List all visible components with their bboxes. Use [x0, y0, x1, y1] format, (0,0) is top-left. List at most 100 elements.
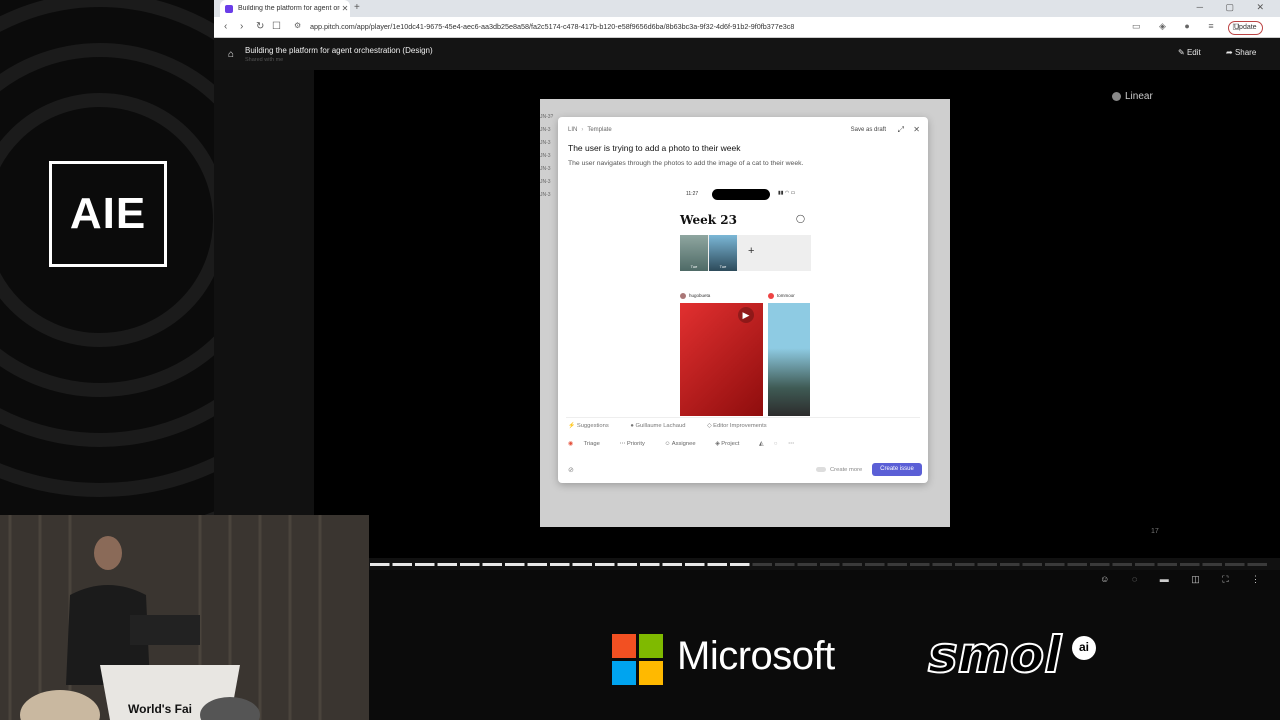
- progress-segment[interactable]: [572, 563, 593, 566]
- progress-segment[interactable]: [685, 563, 705, 566]
- player-controls-icon[interactable]: ☺ ◌ ▬ ◫ ⛶ ⋮: [1100, 574, 1270, 585]
- tab-close-icon[interactable]: ✕: [340, 4, 350, 13]
- progress-segment[interactable]: [955, 563, 975, 566]
- progress-segment[interactable]: [595, 563, 615, 566]
- progress-segment[interactable]: [640, 563, 660, 566]
- bg-list-item: JN-3: [540, 127, 551, 133]
- label-icon[interactable]: ◭: [759, 441, 763, 447]
- issue-title-input[interactable]: The user is trying to add a photo to the…: [568, 143, 740, 153]
- bg-list-item: JN-3: [540, 140, 551, 146]
- player-toolbar: ☺ ◌ ▬ ◫ ⛶ ⋮: [369, 570, 1280, 590]
- progress-segment[interactable]: [842, 563, 863, 566]
- progress-segment[interactable]: [550, 563, 570, 566]
- progress-segment[interactable]: [910, 563, 930, 566]
- more-icon[interactable]: ⋯: [788, 441, 794, 447]
- slide-page-number: 17: [1151, 528, 1159, 535]
- progress-segment[interactable]: [1202, 563, 1223, 566]
- attachment-icon[interactable]: ⊘: [568, 466, 574, 474]
- progress-segment[interactable]: [1225, 563, 1245, 566]
- progress-segment[interactable]: [460, 563, 480, 566]
- forward-icon[interactable]: ›: [240, 21, 243, 32]
- add-photo-icon: +: [748, 245, 755, 257]
- assignee-chip[interactable]: ☺ Assignee: [665, 441, 705, 447]
- progress-segment[interactable]: [1157, 563, 1178, 566]
- bg-list-item: JN-3: [540, 166, 551, 172]
- progress-segment[interactable]: [505, 563, 525, 566]
- issue-properties-row: ◉ Triage ⋯ Priority ☺ Assignee ◈ Project…: [568, 441, 803, 447]
- progress-segment[interactable]: [437, 563, 458, 566]
- save-draft-button[interactable]: Save as draft: [851, 127, 886, 133]
- progress-segment[interactable]: [887, 563, 908, 566]
- bg-list-item: JN-3?: [540, 114, 554, 120]
- progress-segment[interactable]: [1112, 563, 1133, 566]
- edit-label: Edit: [1186, 48, 1201, 57]
- browser-tab[interactable]: Building the platform for agent orchestr…: [220, 0, 350, 17]
- progress-segment[interactable]: [1247, 563, 1268, 566]
- progress-segment[interactable]: [1180, 563, 1200, 566]
- phone-time: 11:27: [686, 191, 699, 197]
- progress-segment[interactable]: [415, 563, 435, 566]
- site-info-icon[interactable]: ⚙: [294, 21, 301, 30]
- week-title: Week 23: [680, 213, 737, 227]
- progress-segment[interactable]: [662, 563, 683, 566]
- update-button[interactable]: Update: [1228, 21, 1263, 35]
- bg-list-item: JN-3: [540, 179, 551, 185]
- progress-segment[interactable]: [752, 563, 773, 566]
- cycle-icon[interactable]: ◌: [774, 441, 777, 447]
- progress-segment[interactable]: [707, 563, 728, 566]
- progress-segment[interactable]: [797, 563, 818, 566]
- linear-label: Linear: [1125, 91, 1153, 102]
- progress-segment[interactable]: [865, 563, 885, 566]
- create-more-toggle[interactable]: Create more: [816, 467, 862, 473]
- back-icon[interactable]: ‹: [224, 21, 227, 32]
- slide-background-list: JN-3? JN-3 JN-3 JN-3 JN-3 JN-3 JN-3: [540, 99, 560, 539]
- reload-icon[interactable]: ↻: [256, 21, 264, 32]
- share-label: Share: [1234, 48, 1257, 57]
- photo-thumb: Tue: [680, 235, 708, 271]
- progress-segment[interactable]: [527, 563, 548, 566]
- edit-button[interactable]: ✎ Edit: [1178, 48, 1201, 57]
- window-controls-icon[interactable]: ─ ▢ ✕: [1197, 2, 1274, 13]
- progress-segment[interactable]: [1045, 563, 1065, 566]
- progress-segment[interactable]: [482, 563, 503, 566]
- smol-wordmark: smol: [927, 625, 1062, 685]
- share-button[interactable]: ➦ Share: [1226, 48, 1256, 57]
- expand-icon[interactable]: ⤢: [898, 125, 904, 135]
- progress-segment[interactable]: [820, 563, 840, 566]
- progress-segment[interactable]: [370, 563, 390, 566]
- new-tab-button[interactable]: +: [354, 2, 360, 13]
- progress-segment[interactable]: [392, 563, 413, 566]
- post-user: hugobueta: [680, 293, 710, 299]
- close-icon[interactable]: ✕: [913, 125, 920, 134]
- progress-segment[interactable]: [932, 563, 953, 566]
- bookmark-icon[interactable]: ☐: [272, 21, 281, 32]
- suggestions-row: ⚡ Suggestions ● Guillaume Lachaud ◇ Edit…: [568, 423, 787, 429]
- create-issue-button[interactable]: Create issue: [872, 463, 922, 476]
- deck-subtitle: Shared with me: [245, 57, 284, 63]
- progress-segment[interactable]: [1022, 563, 1043, 566]
- suggestion-project-chip[interactable]: ◇ Editor Improvements: [707, 423, 777, 429]
- triage-chip[interactable]: ◉ Triage: [568, 441, 609, 447]
- red-interior-photo: ▶: [680, 303, 763, 416]
- team-label[interactable]: LIN: [568, 127, 577, 133]
- progress-segment[interactable]: [1135, 563, 1155, 566]
- progress-segment[interactable]: [775, 563, 795, 566]
- priority-chip[interactable]: ⋯ Priority: [619, 441, 653, 447]
- progress-segment[interactable]: [1067, 563, 1088, 566]
- deck-title: Building the platform for agent orchestr…: [245, 46, 433, 55]
- new-issue-modal: LIN › Template Save as draft ⤢ ✕ The user …: [558, 117, 928, 483]
- phone-status-icons: ▮▮ ◠ ▭: [778, 190, 796, 196]
- issue-description-input[interactable]: The user navigates through the photos to…: [568, 160, 803, 167]
- slide-progress-bar[interactable]: [369, 562, 1269, 567]
- suggestion-assignee-chip[interactable]: ● Guillaume Lachaud: [630, 423, 695, 429]
- progress-segment[interactable]: [617, 563, 638, 566]
- progress-segment[interactable]: [1000, 563, 1020, 566]
- url-field[interactable]: app.pitch.com/app/player/1e10dc41-9675-4…: [310, 20, 1140, 34]
- template-label[interactable]: Template: [587, 127, 611, 133]
- progress-segment[interactable]: [977, 563, 998, 566]
- post-user: tommoor: [768, 293, 795, 299]
- home-icon[interactable]: ⌂: [228, 49, 234, 60]
- progress-segment[interactable]: [1090, 563, 1110, 566]
- project-chip[interactable]: ◈ Project: [715, 441, 748, 447]
- progress-segment[interactable]: [730, 563, 750, 566]
